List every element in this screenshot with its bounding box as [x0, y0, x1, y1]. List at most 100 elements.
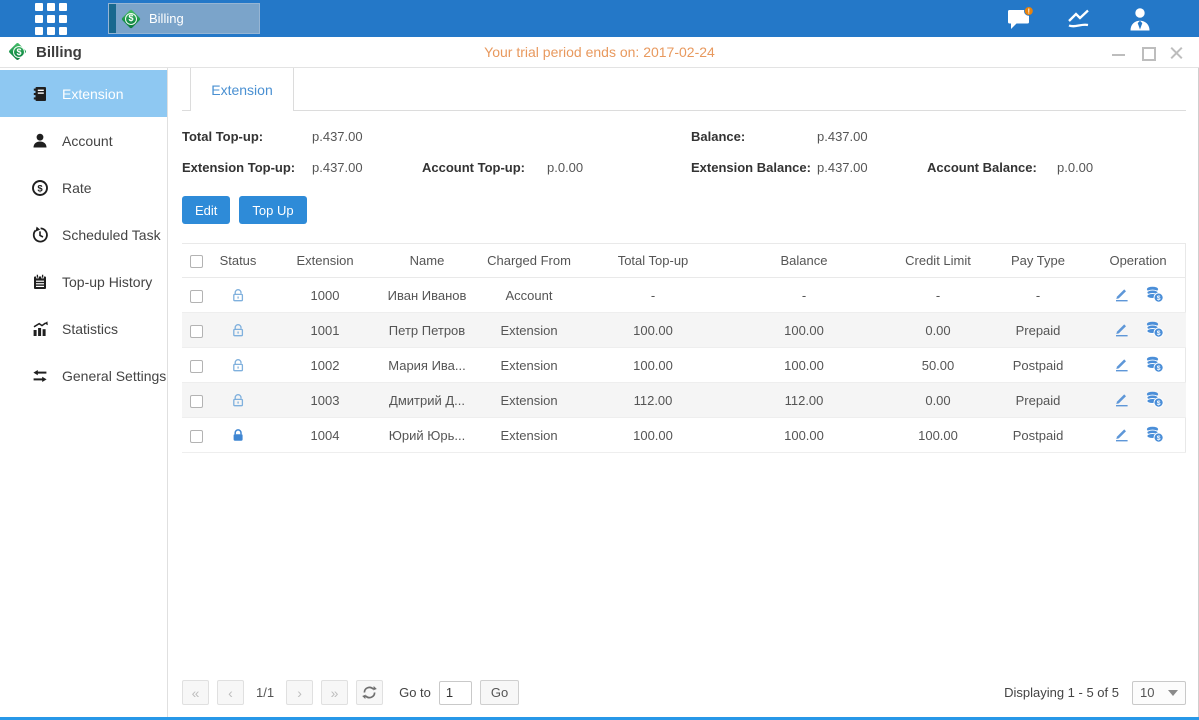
sidebar-item-scheduled-task[interactable]: Scheduled Task [0, 211, 167, 258]
account-balance-label: Account Balance: [927, 152, 1057, 183]
page-size-select[interactable]: 10 [1132, 681, 1186, 705]
last-page-button[interactable]: » [321, 680, 348, 705]
close-button[interactable] [1170, 46, 1183, 59]
cell-pay-type: Postpaid [986, 348, 1090, 383]
topup-icon[interactable]: $ [1145, 425, 1164, 443]
cell-total-topup: - [588, 278, 718, 313]
sidebar-item-label: Top-up History [62, 274, 152, 290]
sidebar-item-account[interactable]: Account [0, 117, 167, 164]
row-checkbox[interactable] [190, 325, 203, 338]
table-row: 1002 Мария Ива... Extension 100.00 100.0… [182, 348, 1186, 383]
edit-icon[interactable] [1113, 390, 1130, 407]
svg-text:$: $ [1156, 295, 1160, 302]
next-page-button[interactable]: › [286, 680, 313, 705]
reports-chart-icon[interactable] [1067, 8, 1095, 30]
tab-extension[interactable]: Extension [190, 68, 294, 111]
prev-page-button[interactable]: ‹ [217, 680, 244, 705]
cell-extension: 1001 [266, 313, 384, 348]
cell-total-topup: 112.00 [588, 383, 718, 418]
status-unlocked-icon [230, 322, 246, 338]
cell-extension: 1000 [266, 278, 384, 313]
status-locked-icon [230, 427, 246, 443]
refresh-button[interactable] [356, 680, 383, 705]
col-total-topup: Total Top-up [588, 244, 718, 278]
general-settings-icon [31, 367, 49, 385]
edit-icon[interactable] [1113, 285, 1130, 302]
sidebar-item-label: Statistics [62, 321, 118, 337]
edit-button[interactable]: Edit [182, 196, 230, 224]
edit-icon[interactable] [1113, 355, 1130, 372]
col-charged-from: Charged From [470, 244, 588, 278]
row-checkbox[interactable] [190, 290, 203, 303]
topup-button[interactable]: Top Up [239, 196, 306, 224]
select-all-checkbox[interactable] [190, 255, 203, 268]
taskbar-tab-label: Billing [149, 11, 184, 26]
account-topup-label: Account Top-up: [422, 152, 547, 183]
cell-name: Дмитрий Д... [384, 383, 470, 418]
taskbar: $ Billing ! [0, 0, 1199, 37]
sidebar-item-rate[interactable]: $ Rate [0, 164, 167, 211]
col-operation: Operation [1090, 244, 1186, 278]
status-unlocked-icon [230, 357, 246, 373]
edit-icon[interactable] [1113, 425, 1130, 442]
goto-page-input[interactable] [439, 681, 472, 705]
sidebar: Extension Account $ Rate Scheduled Task [0, 68, 168, 717]
cell-balance: 100.00 [718, 348, 890, 383]
billing-diamond-icon: $ [8, 42, 30, 62]
sidebar-item-extension[interactable]: Extension [0, 70, 167, 117]
svg-text:!: ! [1028, 9, 1030, 16]
edit-icon[interactable] [1113, 320, 1130, 337]
app-grid-icon[interactable] [35, 3, 67, 35]
cell-credit-limit: 0.00 [890, 313, 986, 348]
cell-charged-from: Account [470, 278, 588, 313]
topup-icon[interactable]: $ [1145, 285, 1164, 303]
cell-charged-from: Extension [470, 383, 588, 418]
cell-name: Юрий Юрь... [384, 418, 470, 453]
trial-notice: Your trial period ends on: 2017-02-24 [0, 44, 1199, 60]
minimize-button[interactable] [1112, 46, 1125, 59]
total-topup-label: Total Top-up: [182, 121, 312, 152]
topup-icon[interactable]: $ [1145, 390, 1164, 408]
cell-charged-from: Extension [470, 418, 588, 453]
maximize-button[interactable] [1141, 46, 1154, 59]
sidebar-item-statistics[interactable]: Statistics [0, 305, 167, 352]
user-account-icon[interactable] [1127, 7, 1153, 31]
cell-pay-type: Prepaid [986, 313, 1090, 348]
cell-extension: 1002 [266, 348, 384, 383]
pagination-bar: « ‹ 1/1 › » Go to Go Displayi [182, 671, 1186, 717]
col-name: Name [384, 244, 470, 278]
cell-extension: 1003 [266, 383, 384, 418]
refresh-icon [362, 685, 377, 700]
cell-credit-limit: 0.00 [890, 383, 986, 418]
row-checkbox[interactable] [190, 360, 203, 373]
table-row: 1003 Дмитрий Д... Extension 112.00 112.0… [182, 383, 1186, 418]
sidebar-item-general-settings[interactable]: General Settings [0, 352, 167, 399]
billing-diamond-icon: $ [120, 8, 142, 30]
sidebar-item-label: General Settings [62, 368, 166, 384]
cell-credit-limit: - [890, 278, 986, 313]
cell-name: Петр Петров [384, 313, 470, 348]
row-checkbox[interactable] [190, 395, 203, 408]
sidebar-item-topup-history[interactable]: Top-up History [0, 258, 167, 305]
go-button[interactable]: Go [480, 680, 519, 705]
cell-total-topup: 100.00 [588, 418, 718, 453]
taskbar-tab-billing[interactable]: $ Billing [108, 3, 260, 34]
row-checkbox[interactable] [190, 430, 203, 443]
table-row: 1000 Иван Иванов Account - - - - [182, 278, 1186, 313]
first-page-button[interactable]: « [182, 680, 209, 705]
cell-charged-from: Extension [470, 313, 588, 348]
cell-balance: 112.00 [718, 383, 890, 418]
cell-pay-type: Prepaid [986, 383, 1090, 418]
cell-balance: 100.00 [718, 313, 890, 348]
topup-icon[interactable]: $ [1145, 320, 1164, 338]
cell-pay-type: Postpaid [986, 418, 1090, 453]
table-row: 1004 Юрий Юрь... Extension 100.00 100.00… [182, 418, 1186, 453]
scheduled-task-icon [31, 226, 49, 244]
cell-total-topup: 100.00 [588, 313, 718, 348]
cell-name: Иван Иванов [384, 278, 470, 313]
messages-icon[interactable]: ! [1007, 6, 1035, 31]
col-status: Status [210, 244, 266, 278]
extension-topup-label: Extension Top-up: [182, 152, 312, 183]
sidebar-item-label: Scheduled Task [62, 227, 161, 243]
topup-icon[interactable]: $ [1145, 355, 1164, 373]
